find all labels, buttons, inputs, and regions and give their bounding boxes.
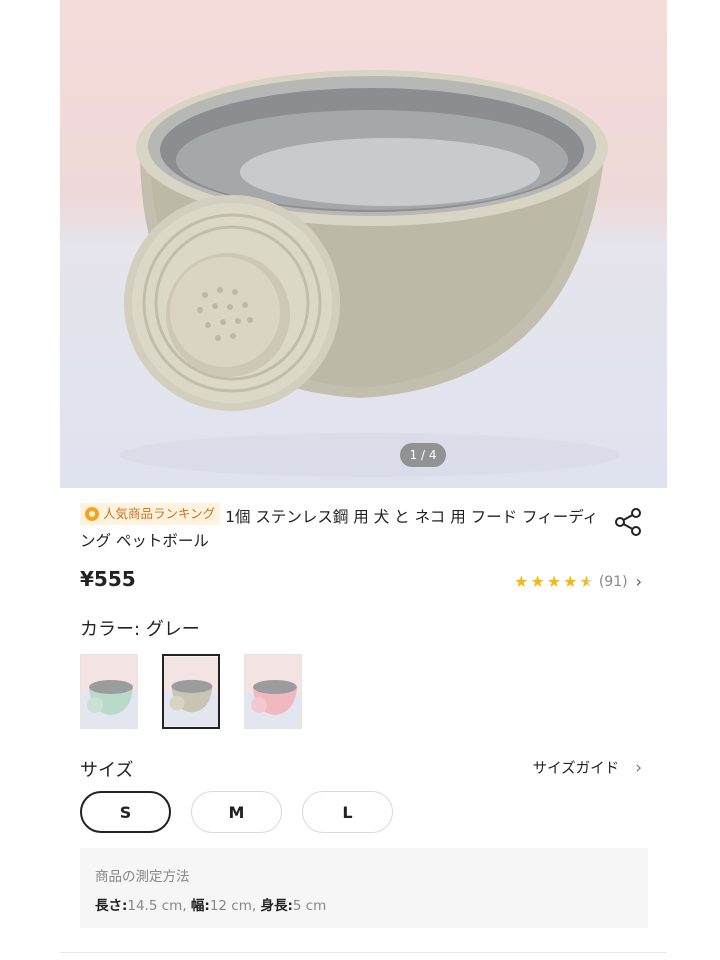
ranking-badge[interactable]: 人気商品ランキング [80,503,221,525]
chevron-right-icon: › [635,572,642,591]
measurement-values: 長さ:14.5 cm, 幅:12 cm, 身長:5 cm [95,894,326,914]
width-value: 12 cm, [209,898,257,914]
product-title: 人気商品ランキング 1個 ステンレス鋼 用 犬 と ネコ 用 フード フィーディ… [80,503,610,553]
bowl-illustration [120,70,620,477]
review-count: (91) [598,573,628,590]
color-label: カラー: グレー [80,619,200,640]
swatch-image [245,655,301,728]
half-star-icon: ★ [579,571,594,591]
size-option-m[interactable]: M [191,791,282,833]
star-icon: ★ [530,571,545,591]
width-label: 幅: [190,898,210,914]
size-guide-link[interactable]: サイズガイド › [533,757,642,778]
price: ¥555 [80,567,136,591]
size-option-l[interactable]: L [302,791,393,833]
measurement-box: 商品の測定方法 長さ:14.5 cm, 幅:12 cm, 身長:5 cm [80,848,648,928]
star-icon: ★ [563,571,578,591]
star-icon: ★ [546,571,562,591]
swatch-image [81,655,137,728]
medal-icon [85,507,99,521]
product-image[interactable]: 1 / 4 [60,0,667,488]
size-options: S M L [80,791,393,833]
length-value: 14.5 cm, [127,898,187,914]
color-swatch-pink[interactable] [244,654,302,729]
color-swatch-gray[interactable] [162,654,220,729]
length-label: 長さ: [95,898,128,914]
rating-summary[interactable]: ★ ★ ★ ★ ★ (91) › [514,572,642,591]
image-pager-indicator: 1 / 4 [400,443,446,467]
share-icon [615,508,641,536]
share-button[interactable] [612,505,646,539]
height-value: 5 cm [292,898,327,914]
star-icon: ★ [514,571,529,591]
section-divider [60,952,667,953]
measurement-title: 商品の測定方法 [95,869,190,885]
color-swatch-mint[interactable] [80,654,138,729]
swatch-image [164,656,218,727]
height-label: 身長: [260,898,293,914]
color-swatches [80,654,302,729]
size-guide-label: サイズガイド [532,761,620,777]
size-option-s[interactable]: S [80,791,171,833]
chevron-right-icon: › [635,757,642,778]
ranking-badge-label: 人気商品ランキング [103,506,216,521]
size-label: サイズ [80,760,134,781]
